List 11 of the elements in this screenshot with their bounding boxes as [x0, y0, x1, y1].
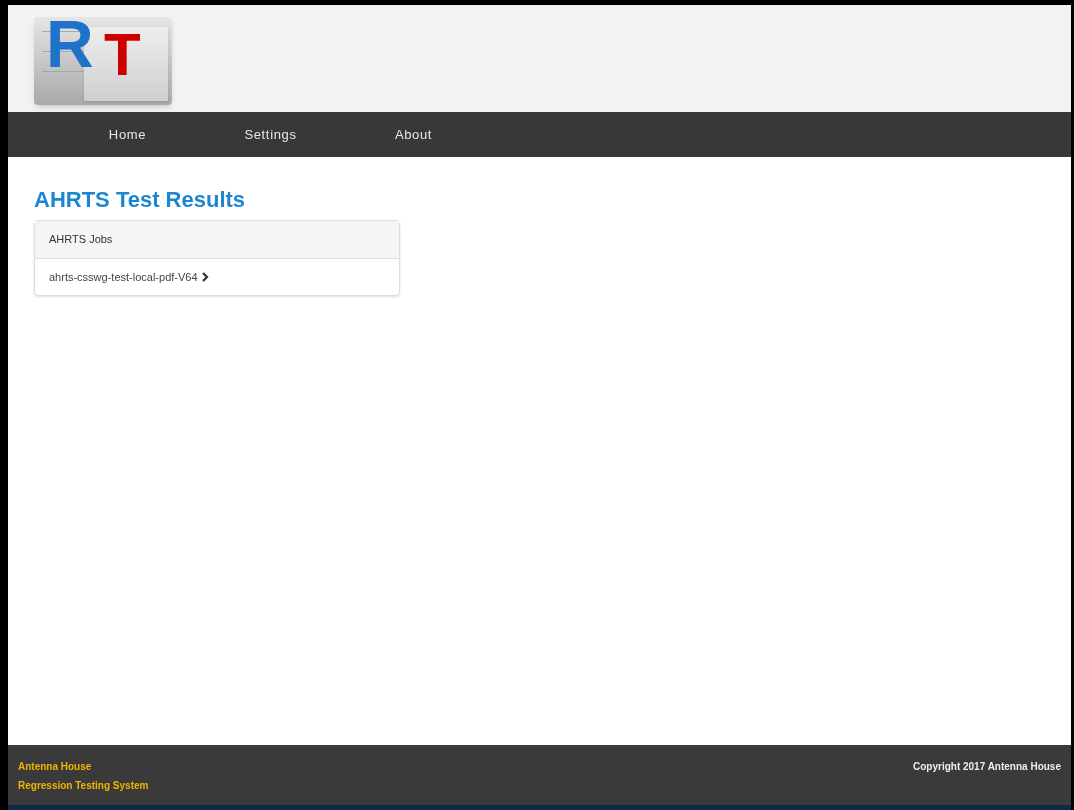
nav-link[interactable]: Home — [56, 116, 199, 153]
job-link[interactable]: ahrts-csswg-test-local-pdf-V64 — [35, 258, 399, 295]
chevron-right-icon — [201, 271, 209, 282]
copyright-text: Copyright 2017 Antenna House — [913, 760, 1061, 774]
logo: RT — [34, 16, 172, 105]
nav-link[interactable]: About — [342, 116, 485, 153]
panel-heading: AHRTS Jobs — [35, 221, 399, 259]
footer-text: Regression Testing System — [18, 779, 149, 793]
footer-text: Antenna House — [18, 760, 93, 774]
nav-link[interactable]: Settings — [199, 116, 342, 153]
page-title: AHRTS Test Results — [34, 186, 247, 214]
